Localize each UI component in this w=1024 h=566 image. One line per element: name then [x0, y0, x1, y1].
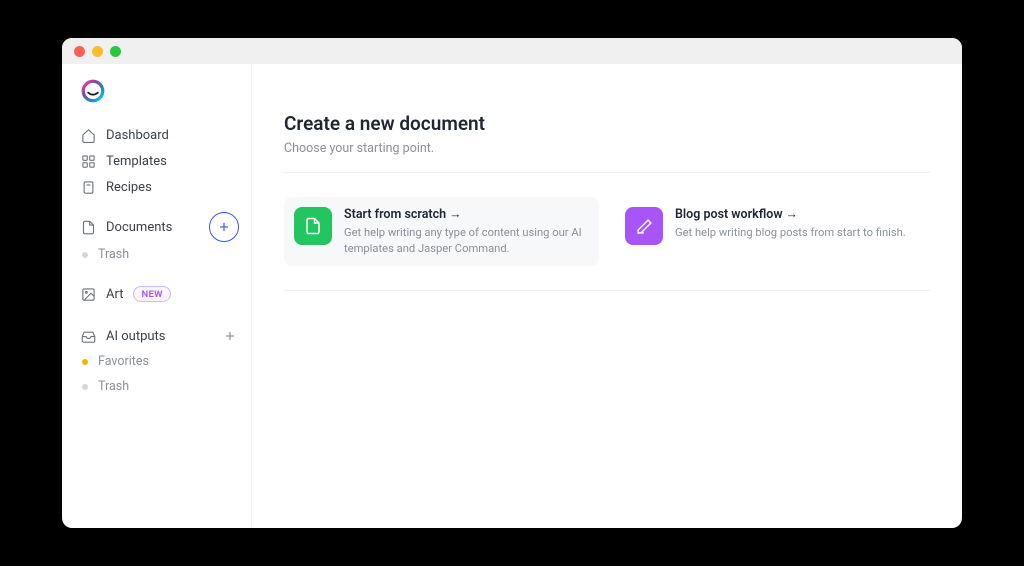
app-body: Dashboard Templates Recipes	[62, 64, 962, 528]
starting-point-cards: Start from scratch→ Get help writing any…	[284, 197, 930, 291]
sidebar-item-label: Templates	[106, 154, 167, 169]
home-icon	[80, 127, 96, 143]
new-badge: NEW	[133, 286, 170, 302]
card-title: Blog post workflow→	[675, 207, 906, 222]
app-logo-icon	[80, 78, 106, 104]
add-document-button[interactable]	[209, 212, 239, 242]
app-window: Dashboard Templates Recipes	[62, 38, 962, 528]
grid-icon	[80, 153, 96, 169]
main-content: Create a new document Choose your starti…	[252, 64, 962, 528]
sidebar: Dashboard Templates Recipes	[62, 64, 252, 528]
sidebar-item-label: Favorites	[98, 354, 149, 369]
sidebar-item-label: Documents	[106, 220, 172, 235]
arrow-right-icon: →	[786, 207, 799, 222]
sidebar-item-label: Recipes	[106, 180, 152, 195]
sidebar-item-art[interactable]: Art NEW	[74, 281, 239, 307]
sidebar-item-label: Art	[106, 287, 123, 302]
page-icon	[80, 179, 96, 195]
document-icon	[80, 219, 96, 235]
add-ai-output-button[interactable]	[221, 327, 239, 345]
window-close-button[interactable]	[74, 46, 85, 57]
sidebar-item-documents-trash[interactable]: Trash	[74, 242, 239, 267]
bullet-icon	[82, 252, 88, 258]
inbox-icon	[80, 328, 96, 344]
sidebar-item-ai-trash[interactable]: Trash	[74, 374, 239, 399]
image-icon	[80, 286, 96, 302]
titlebar	[62, 38, 962, 64]
page-subtitle: Choose your starting point.	[284, 141, 930, 156]
pen-icon	[625, 207, 663, 245]
sidebar-item-label: Trash	[98, 379, 129, 394]
card-description: Get help writing blog posts from start t…	[675, 225, 906, 241]
sidebar-item-templates[interactable]: Templates	[74, 148, 239, 174]
sidebar-item-label: AI outputs	[106, 329, 166, 344]
divider	[284, 172, 930, 173]
window-maximize-button[interactable]	[110, 46, 121, 57]
bullet-icon	[82, 384, 88, 390]
document-blank-icon	[294, 207, 332, 245]
sidebar-item-recipes[interactable]: Recipes	[74, 174, 239, 200]
sidebar-item-dashboard[interactable]: Dashboard	[74, 122, 239, 148]
sidebar-item-label: Trash	[98, 247, 129, 262]
sidebar-item-favorites[interactable]: Favorites	[74, 349, 239, 374]
card-title: Start from scratch→	[344, 207, 589, 222]
card-description: Get help writing any type of content usi…	[344, 225, 589, 256]
arrow-right-icon: →	[449, 207, 462, 222]
card-blog-post-workflow[interactable]: Blog post workflow→ Get help writing blo…	[615, 197, 930, 266]
window-minimize-button[interactable]	[92, 46, 103, 57]
bullet-icon	[82, 359, 88, 365]
page-title: Create a new document	[284, 112, 930, 135]
card-start-from-scratch[interactable]: Start from scratch→ Get help writing any…	[284, 197, 599, 266]
sidebar-item-ai-outputs[interactable]: AI outputs	[74, 323, 221, 349]
sidebar-item-documents[interactable]: Documents	[74, 214, 209, 240]
sidebar-item-label: Dashboard	[106, 128, 169, 143]
